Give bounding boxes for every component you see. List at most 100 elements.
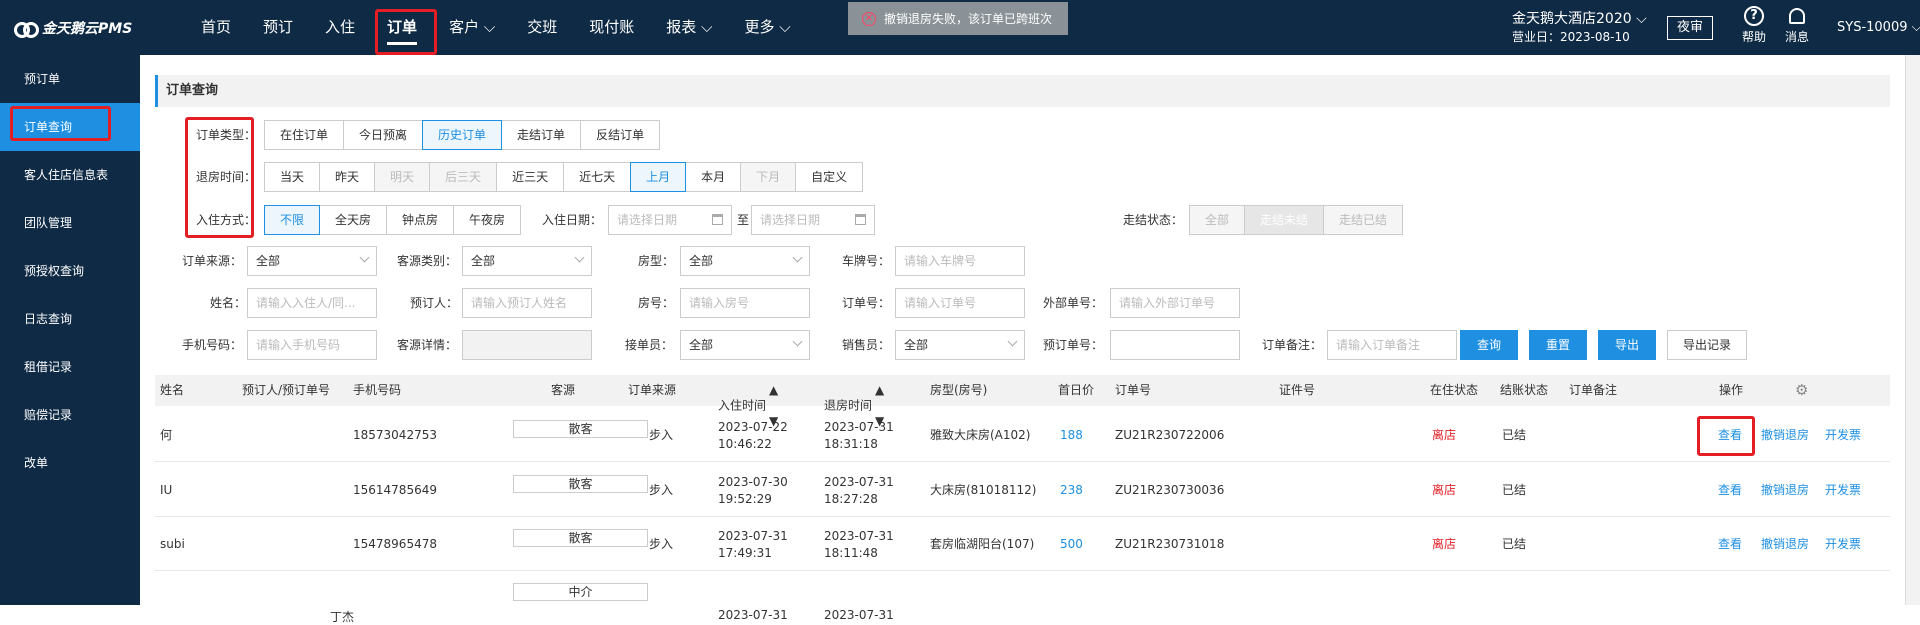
hotel-selector[interactable]: 金天鹅大酒店2020 ⌵ 营业日：2023-08-10 (1512, 10, 1647, 46)
issue-invoice-link[interactable]: 开发票 (1825, 482, 1861, 498)
order-no-label: 订单号： (842, 296, 891, 310)
nav-more[interactable]: 更多 ⌵ (728, 0, 806, 55)
source-tag: 散客 (513, 420, 648, 438)
order-source-select[interactable]: 全部 (247, 246, 377, 276)
stay-status: 离店 (1432, 428, 1457, 442)
export-log-button[interactable]: 导出记录 (1667, 330, 1747, 360)
price-link[interactable]: 188 (1060, 427, 1083, 443)
booking-no-input[interactable] (1110, 330, 1240, 360)
checkin-date-start[interactable]: 请选择日期 (608, 205, 732, 235)
remark-input[interactable]: 请输入订单备注 (1327, 330, 1457, 360)
sidebar-item-rental-records[interactable]: 租借记录 (0, 343, 140, 391)
sidebar-item-preauth-query[interactable]: 预授权查询 (0, 247, 140, 295)
col-source: 客源 (551, 383, 576, 397)
export-button[interactable]: 导出 (1598, 330, 1656, 360)
price-link[interactable]: 500 (1060, 536, 1083, 552)
nav-customers[interactable]: 客户 ⌵ (433, 0, 511, 55)
seller-select[interactable]: 全部 (895, 330, 1025, 360)
external-no-label: 外部单号： (1043, 296, 1104, 310)
checkout-time-option[interactable]: 上月 (630, 162, 687, 192)
plate-input[interactable]: 请输入车牌号 (895, 246, 1025, 276)
nav-reports[interactable]: 报表 ⌵ (650, 0, 728, 55)
user-menu[interactable]: SYS-10009 ⌵ (1837, 20, 1920, 35)
issue-invoice-link[interactable]: 开发票 (1825, 536, 1861, 552)
name-input[interactable]: 请输入入住人/同... (247, 288, 377, 318)
query-button[interactable]: 查询 (1460, 330, 1518, 360)
nav-booking[interactable]: 预订 (247, 0, 309, 55)
chevron-down-icon: ⌵ (483, 18, 496, 36)
cancel-checkout-link[interactable]: 撤销退房 (1761, 427, 1809, 443)
nav-orders[interactable]: 订单 (371, 0, 433, 55)
chevron-down-icon: ⌵ (779, 18, 791, 36)
order-type-option[interactable]: 反结订单 (580, 120, 661, 150)
view-link[interactable]: 查看 (1718, 482, 1742, 498)
nav-home[interactable]: 首页 (185, 0, 247, 55)
settle-status-option: 走结已结 (1323, 205, 1404, 235)
room-no-label: 房号： (638, 296, 675, 310)
view-link[interactable]: 查看 (1718, 427, 1742, 443)
date-separator: 至 (737, 213, 750, 227)
checkin-mode-option[interactable]: 午夜房 (453, 205, 522, 235)
nav-checkin[interactable]: 入住 (309, 0, 371, 55)
messages-button[interactable]: 消息 (1785, 6, 1809, 45)
order-type-option[interactable]: 历史订单 (422, 120, 503, 150)
col-booker: 预订人/预订单号 (242, 383, 331, 397)
gear-icon[interactable]: ⚙ (1795, 375, 1808, 406)
col-bill-status: 结账状态 (1500, 383, 1549, 397)
room-type-select[interactable]: 全部 (680, 246, 810, 276)
checkin-mode-option[interactable]: 不限 (264, 205, 321, 235)
sidebar-item-guest-stay-info[interactable]: 客人住店信息表 (0, 151, 140, 199)
stay-status: 离店 (1432, 483, 1457, 497)
sidebar-item-log-query[interactable]: 日志查询 (0, 295, 140, 343)
checkin-mode-group: 不限 全天房 钟点房 午夜房 (264, 205, 522, 235)
checkin-mode-label: 入住方式： (196, 213, 257, 227)
checkout-time-option[interactable]: 近三天 (496, 162, 565, 192)
booker-input[interactable]: 请输入预订人姓名 (462, 288, 592, 318)
sidebar-item-order-query[interactable]: 订单查询 (0, 103, 140, 151)
bill-status: 已结 (1502, 537, 1527, 551)
nav-shift[interactable]: 交班 (511, 0, 573, 55)
receiver-select[interactable]: 全部 (680, 330, 810, 360)
guest-type-select[interactable]: 全部 (462, 246, 592, 276)
help-button[interactable]: ? 帮助 (1742, 6, 1766, 45)
checkout-time-option[interactable]: 昨天 (319, 162, 376, 192)
chevron-down-icon: ⌵ (701, 18, 713, 36)
checkin-date-end[interactable]: 请选择日期 (751, 205, 875, 235)
app-logo[interactable]: 金天鹅云PMS (14, 18, 132, 38)
settle-status-label: 走结状态： (1123, 213, 1184, 227)
cancel-checkout-link[interactable]: 撤销退房 (1761, 536, 1809, 552)
col-actions: 操作 (1719, 383, 1744, 397)
nav-cash-account[interactable]: 现付账 (573, 0, 650, 55)
checkin-mode-option[interactable]: 钟点房 (386, 205, 455, 235)
issue-invoice-link[interactable]: 开发票 (1825, 427, 1861, 443)
reset-button[interactable]: 重置 (1529, 330, 1587, 360)
room-no-input[interactable]: 请输入房号 (680, 288, 810, 318)
order-type-option[interactable]: 在住订单 (264, 120, 345, 150)
checkout-time-option[interactable]: 自定义 (795, 162, 864, 192)
price-link[interactable]: 238 (1060, 482, 1083, 498)
order-type-option[interactable]: 今日预离 (343, 120, 424, 150)
sidebar-item-bookings[interactable]: 预订单 (0, 55, 140, 103)
logo-icon (14, 21, 39, 38)
checkout-time-option[interactable]: 当天 (264, 162, 321, 192)
scrollbar[interactable] (1905, 55, 1920, 605)
order-no-input[interactable]: 请输入订单号 (895, 288, 1025, 318)
checkin-mode-option[interactable]: 全天房 (319, 205, 388, 235)
checkout-time-option[interactable]: 本月 (685, 162, 742, 192)
stay-status: 离店 (1432, 537, 1457, 551)
sidebar-item-compensation-records[interactable]: 赔偿记录 (0, 391, 140, 439)
night-audit-button[interactable]: 夜审 (1667, 16, 1713, 40)
order-type-option[interactable]: 走结订单 (501, 120, 582, 150)
page-title: 订单查询 (155, 75, 1890, 107)
name-label: 姓名： (210, 296, 247, 310)
col-id-no: 证件号 (1279, 383, 1316, 397)
sidebar-item-order-change[interactable]: 改单 (0, 439, 140, 487)
bell-icon (1789, 8, 1805, 24)
sidebar-item-group-management[interactable]: 团队管理 (0, 199, 140, 247)
cancel-checkout-link[interactable]: 撤销退房 (1761, 482, 1809, 498)
phone-input[interactable]: 请输入手机号码 (247, 330, 377, 360)
external-no-input[interactable]: 请输入外部订单号 (1110, 288, 1240, 318)
checkout-time-option[interactable]: 近七天 (563, 162, 632, 192)
view-link[interactable]: 查看 (1718, 536, 1742, 552)
checkout-time-option: 下月 (740, 162, 797, 192)
